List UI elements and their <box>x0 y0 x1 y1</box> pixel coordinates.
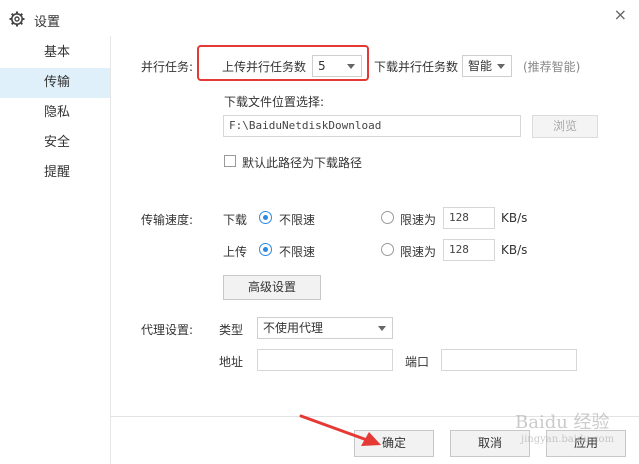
sidebar: 基本 传输 隐私 安全 提醒 <box>0 36 111 464</box>
proxy-port-label: 端口 <box>405 355 430 369</box>
watermark-url: jingyan.baidu.com <box>521 434 615 445</box>
window-title: 设置 <box>34 15 61 30</box>
speed-section-label: 传输速度: <box>141 213 194 227</box>
download-unlimited-label: 不限速 <box>279 213 316 227</box>
advanced-settings-button[interactable]: 高级设置 <box>223 275 321 300</box>
sidebar-item-transfer[interactable]: 传输 <box>0 68 110 98</box>
upload-unlimited-radio[interactable] <box>259 243 272 256</box>
annotation-arrow-icon <box>299 414 381 446</box>
upload-limit-unit: KB/s <box>501 243 528 257</box>
parallel-section-label: 并行任务: <box>141 60 194 74</box>
upload-limit-label: 限速为 <box>400 245 437 259</box>
proxy-address-label: 地址 <box>219 355 244 369</box>
download-parallel-select[interactable]: 智能 <box>462 55 512 77</box>
proxy-section-label: 代理设置: <box>141 323 194 337</box>
download-limit-unit: KB/s <box>501 211 528 225</box>
download-path-field[interactable]: F:\BaiduNetdiskDownload <box>223 115 521 137</box>
download-parallel-value: 智能 <box>468 59 493 73</box>
settings-content: 并行任务: 上传并行任务数 5 下载并行任务数 智能 (推荐智能) 下载文件位置… <box>111 36 639 464</box>
upload-limit-input[interactable]: 128 <box>443 239 495 261</box>
sidebar-item-basic[interactable]: 基本 <box>0 38 110 68</box>
upload-limit-radio[interactable] <box>381 243 394 256</box>
download-parallel-label: 下载并行任务数 <box>374 60 459 74</box>
sidebar-item-privacy[interactable]: 隐私 <box>0 98 110 128</box>
upload-speed-label: 上传 <box>223 245 248 259</box>
upload-parallel-select[interactable]: 5 <box>312 55 362 77</box>
sidebar-item-security[interactable]: 安全 <box>0 128 110 158</box>
sidebar-item-reminder[interactable]: 提醒 <box>0 158 110 188</box>
chevron-down-icon <box>497 64 505 69</box>
proxy-type-select[interactable]: 不使用代理 <box>257 317 393 339</box>
proxy-address-input[interactable] <box>257 349 393 371</box>
browse-button[interactable]: 浏览 <box>532 115 598 138</box>
proxy-type-value: 不使用代理 <box>263 321 324 335</box>
chevron-down-icon <box>347 64 355 69</box>
title-bar: 设置 × <box>0 0 639 36</box>
upload-parallel-label: 上传并行任务数 <box>222 60 307 74</box>
close-icon[interactable]: × <box>614 5 627 24</box>
default-path-checkbox[interactable] <box>224 155 236 167</box>
proxy-port-input[interactable] <box>441 349 577 371</box>
download-speed-label: 下载 <box>223 213 248 227</box>
proxy-type-label: 类型 <box>219 323 244 337</box>
upload-unlimited-label: 不限速 <box>279 245 316 259</box>
default-path-label: 默认此路径为下载路径 <box>242 156 363 170</box>
upload-parallel-value: 5 <box>318 59 326 73</box>
download-limit-radio[interactable] <box>381 211 394 224</box>
download-limit-label: 限速为 <box>400 213 437 227</box>
download-unlimited-radio[interactable] <box>259 211 272 224</box>
cancel-button[interactable]: 取消 <box>450 430 530 457</box>
chevron-down-icon <box>378 326 386 331</box>
download-location-label: 下载文件位置选择: <box>224 95 325 109</box>
download-parallel-hint: (推荐智能) <box>523 60 581 74</box>
gear-icon <box>9 11 25 27</box>
watermark-logo: Baidu 经验 <box>515 412 610 433</box>
download-limit-input[interactable]: 128 <box>443 207 495 229</box>
